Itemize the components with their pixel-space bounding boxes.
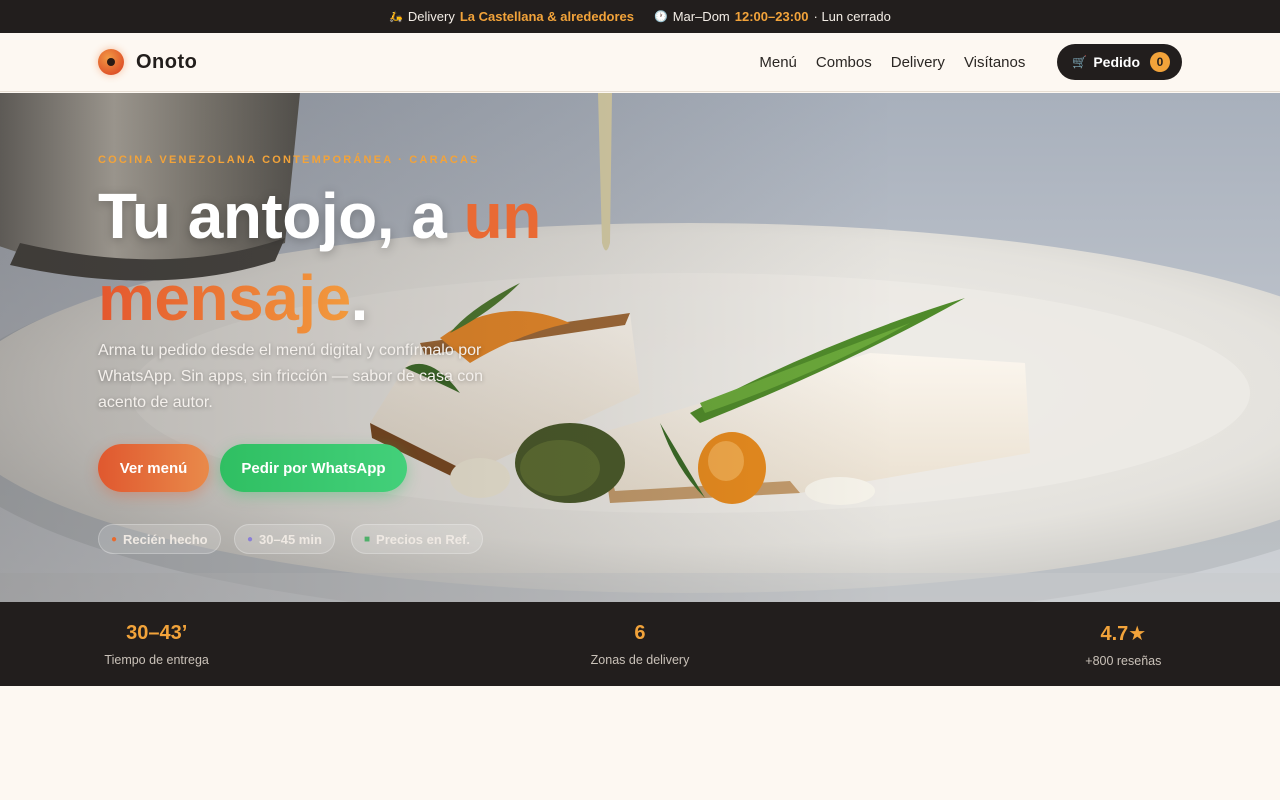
nav-item-delivery[interactable]: Delivery [891,54,945,71]
stat-delivery-time: 30–43’ Tiempo de entrega [0,602,398,686]
chip-label: Recién hecho [123,531,208,547]
order-label: Pedido [1093,54,1140,70]
stat-label: Zonas de delivery [590,652,690,667]
whatsapp-order-button[interactable]: Pedir por WhatsApp [220,444,407,492]
stat-label: +800 reseñas [1085,653,1162,668]
stat-value: 30–43’ [126,621,188,644]
delivery-area: La Castellana & alrededores [459,9,634,24]
hours-info: 🕐 Mar–Dom 12:00–23:00 · Lun cerrado [654,9,891,24]
hero-section: COCINA VENEZOLANA CONTEMPORÁNEA · CARACA… [0,93,1280,602]
main-nav: Onoto Menú Combos Delivery Visítanos 🛒 P… [0,33,1280,92]
stat-rating: 4.7★ +800 reseñas [882,602,1280,686]
stat-label: Tiempo de entrega [104,652,209,667]
hero-title: Tu antojo, a un mensaje. [98,175,618,339]
hours-time: 12:00–23:00 [734,9,809,24]
hero-title-end: . [350,262,369,334]
logo-icon [98,49,124,75]
brand-link[interactable]: Onoto [98,49,197,75]
hero-title-main: Tu antojo, a [98,180,464,252]
delivery-prefix: Delivery [407,9,455,24]
hero-eyebrow: COCINA VENEZOLANA CONTEMPORÁNEA · CARACA… [98,154,480,166]
cart-icon: 🛒 [1072,55,1088,69]
nav-item-visitanos[interactable]: Visítanos [964,54,1025,71]
flame-icon: ● [111,533,118,545]
hero-description: Arma tu pedido desde el menú digital y c… [98,342,484,411]
clock-icon: 🕐 [653,11,668,23]
delivery-info: 🛵 Delivery La Castellana & alrededores [389,9,634,24]
nav-item-combos[interactable]: Combos [816,54,872,71]
stats-bar: 30–43’ Tiempo de entrega 6 Zonas de deli… [0,602,1280,686]
chip-label: 30–45 min [259,531,322,547]
nav-menu: Menú Combos Delivery Visítanos [759,54,1025,71]
chip-prices: ■ Precios en Ref. [351,524,483,554]
stat-delivery-zones: 6 Zonas de delivery [398,602,881,686]
brand-name: Onoto [136,50,198,73]
chip-label: Precios en Ref. [376,531,470,547]
stat-value: 4.7★ [1100,622,1147,645]
announcement-bar: 🛵 Delivery La Castellana & alrededores 🕐… [0,0,1280,33]
scooter-icon: 🛵 [389,11,403,23]
hero-title-accent-1: un [463,180,542,252]
cash-icon: ■ [364,533,371,545]
hours-days: Mar–Dom [672,9,730,24]
chip-fresh: ● Recién hecho [98,524,221,554]
hero-title-accent-2: mensaje [98,262,351,334]
stat-value: 6 [634,621,646,644]
timer-icon: ● [247,533,254,545]
order-count-badge: 0 [1150,52,1170,72]
chip-time: ● 30–45 min [234,524,335,554]
view-menu-button[interactable]: Ver menú [98,444,209,492]
order-button[interactable]: 🛒 Pedido 0 [1057,44,1182,80]
nav-item-menu[interactable]: Menú [759,54,797,71]
hours-note: · Lun cerrado [813,9,891,24]
